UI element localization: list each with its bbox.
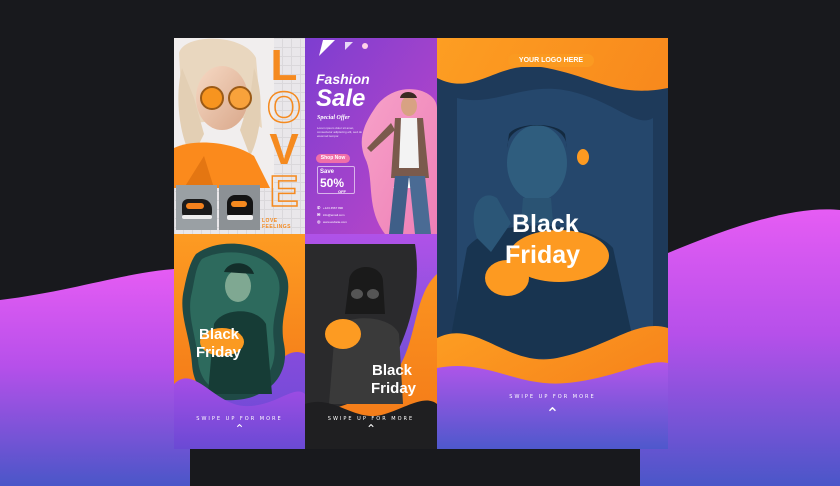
love-letter: V <box>269 125 299 174</box>
shoe-photo-2 <box>219 185 260 230</box>
love-post[interactable]: LOVE LOVE FEELINGS <box>174 38 305 234</box>
fashion-body: Lorem ipsum dolor sit amet, consectetur … <box>317 126 363 138</box>
love-letter: E <box>269 167 300 216</box>
story1-line2: Friday <box>196 344 242 361</box>
love-letter: L <box>270 41 298 90</box>
story-large-line1: Black <box>512 210 579 238</box>
discount-frame <box>317 166 355 194</box>
fashion-title-line2: Sale <box>316 85 366 112</box>
email-address: info@email.com <box>323 213 345 217</box>
chevron-up-icon[interactable]: ⌃ <box>174 422 305 436</box>
love-letter: O <box>266 83 302 132</box>
love-tagline: LOVE FEELINGS <box>262 218 292 230</box>
website-url: www.website.com <box>323 220 347 224</box>
chevron-up-icon[interactable]: ⌃ <box>305 422 437 436</box>
shop-now-button[interactable]: Shop Now <box>316 154 350 163</box>
phone-icon: ✆ <box>317 205 321 210</box>
fashion-sale-post[interactable]: Fashion Sale Special Offer Lorem ipsum d… <box>305 38 437 234</box>
story1-line1: Black <box>199 326 240 343</box>
logo-placeholder[interactable]: YOUR LOGO HERE <box>508 54 594 67</box>
fashion-subtitle: Special Offer <box>317 115 350 121</box>
shoe-photo-1 <box>176 185 217 230</box>
black-friday-story-small-1[interactable]: Black Friday SWIPE UP FOR MORE ⌃ <box>174 234 305 449</box>
model-photo <box>174 38 274 188</box>
love-letters: LOVE <box>266 41 302 216</box>
story2-line1: Black <box>372 362 413 379</box>
story-large-swipe-text: SWIPE UP FOR MORE <box>509 394 596 400</box>
story2-line2: Friday <box>371 380 417 397</box>
phone-number: +123 4567 890 <box>323 206 344 210</box>
black-friday-story-small-2[interactable]: Black Friday SWIPE UP FOR MORE ⌃ <box>305 234 437 449</box>
black-friday-story-large[interactable]: YOUR LOGO HERE Black Friday SWIPE UP FOR… <box>437 38 668 449</box>
chevron-up-icon[interactable]: ⌃ <box>437 404 668 423</box>
story-large-line2: Friday <box>505 241 581 269</box>
mail-icon: ✉ <box>317 212 321 217</box>
globe-icon: ◎ <box>317 219 321 224</box>
